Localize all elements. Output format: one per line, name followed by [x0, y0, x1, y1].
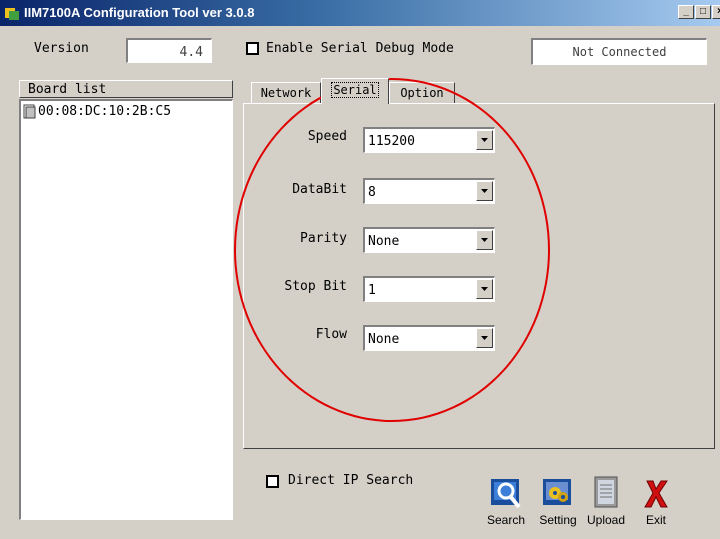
exit-button[interactable]: Exit — [630, 475, 682, 535]
version-field: 4.4 — [126, 38, 212, 63]
debug-mode-checkbox[interactable] — [246, 42, 259, 55]
parity-dropdown-button[interactable] — [476, 230, 493, 250]
databit-select[interactable]: 8 — [363, 178, 495, 204]
exit-icon — [644, 480, 668, 508]
tab-option[interactable]: Option — [389, 82, 455, 103]
connection-status: Not Connected — [572, 45, 667, 59]
flow-value: None — [368, 332, 400, 347]
parity-select[interactable]: None — [363, 227, 495, 253]
setting-icon — [543, 479, 571, 505]
version-label: Version — [34, 41, 89, 56]
search-button[interactable]: Search — [480, 475, 532, 535]
board-list[interactable]: 00:08:DC:10:2B:C5 — [19, 99, 233, 520]
direct-ip-search-checkbox[interactable] — [266, 475, 279, 488]
debug-mode-label: Enable Serial Debug Mode — [266, 41, 454, 56]
minimize-button[interactable]: _ — [678, 5, 694, 19]
flow-label: Flow — [315, 327, 347, 342]
close-button[interactable]: × — [712, 5, 720, 19]
search-icon — [491, 479, 521, 509]
chevron-down-icon — [481, 189, 488, 193]
stopbit-label: Stop Bit — [284, 279, 347, 294]
chevron-down-icon — [481, 138, 488, 142]
upload-icon — [594, 476, 618, 508]
speed-value: 115200 — [368, 134, 415, 149]
direct-ip-search-label: Direct IP Search — [288, 473, 414, 488]
tab-serial[interactable]: Serial — [321, 78, 389, 104]
tab-network[interactable]: Network — [251, 82, 321, 103]
chevron-down-icon — [481, 336, 488, 340]
title-bar: IIM7100A Configuration Tool ver 3.0.8 _ … — [0, 0, 720, 26]
parity-value: None — [368, 234, 400, 249]
board-list-header: Board list — [19, 80, 233, 98]
speed-dropdown-button[interactable] — [476, 130, 493, 150]
stopbit-value: 1 — [368, 283, 376, 298]
window-title: IIM7100A Configuration Tool ver 3.0.8 — [24, 5, 255, 20]
stopbit-select[interactable]: 1 — [363, 276, 495, 302]
app-icon — [5, 8, 19, 20]
flow-select[interactable]: None — [363, 325, 495, 351]
connection-status-field: Not Connected — [531, 38, 707, 65]
databit-label: DataBit — [292, 182, 347, 197]
databit-dropdown-button[interactable] — [476, 181, 493, 201]
setting-button[interactable]: Setting — [532, 475, 584, 535]
speed-select[interactable]: 115200 — [363, 127, 495, 153]
maximize-button[interactable]: □ — [695, 5, 711, 19]
speed-label: Speed — [307, 129, 347, 144]
flow-dropdown-button[interactable] — [476, 328, 493, 348]
parity-label: Parity — [300, 231, 347, 246]
stopbit-dropdown-button[interactable] — [476, 279, 493, 299]
chevron-down-icon — [481, 238, 488, 242]
databit-value: 8 — [368, 185, 376, 200]
board-mac-address: 00:08:DC:10:2B:C5 — [38, 104, 172, 119]
version-value: 4.4 — [179, 45, 203, 60]
board-icon — [23, 104, 36, 119]
chevron-down-icon — [481, 287, 488, 291]
upload-button[interactable]: Upload — [580, 475, 632, 535]
